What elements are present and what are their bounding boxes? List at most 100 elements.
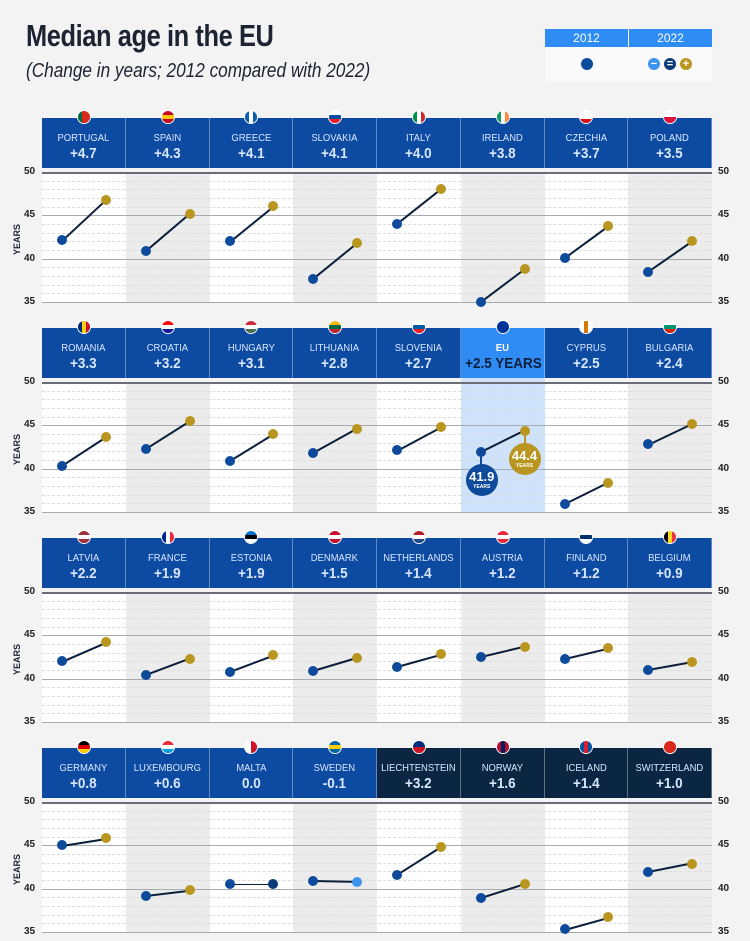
y-tick-label-right: 40 [718,672,730,684]
point-2022 [687,418,697,429]
gridline-minor [42,293,712,295]
y-tick-label-right: 45 [718,419,730,431]
flag-stripe [161,749,174,753]
country-name: GREECE [230,132,271,144]
column-background [628,382,712,512]
country-name: LIECHTENSTEIN [381,762,456,774]
y-tick-label-right: 40 [718,252,730,264]
gridline-minor [42,687,712,689]
gridline-minor [42,652,712,654]
point-2012 [140,245,151,256]
column-background [42,802,126,932]
flag-stripe [412,747,425,753]
point-2022 [519,879,530,890]
change-value: 0.0 [241,775,261,792]
point-2012 [643,266,654,277]
slope-line [229,883,274,886]
y-tick-label-right: 45 [718,629,730,641]
eu-2012-connector [479,452,482,466]
change-value: +4.0 [405,145,432,162]
country-name: FINLAND [565,552,607,564]
gridline-minor [42,494,712,496]
point-2022 [100,637,111,648]
y-tick-label-right: 35 [718,926,730,937]
flag-stripe [251,741,258,753]
country-name: CROATIA [146,342,188,354]
column-background [460,802,545,932]
column-background [293,802,377,932]
gridline-minor [42,661,712,663]
gridline-minor [42,434,712,435]
y-tick-label-left: 35 [24,506,36,517]
change-value: +1.0 [656,775,683,792]
eu-2012-bubble: 41.9 YEARS [465,464,498,497]
country-header: ICELAND +1.4 [544,748,629,798]
country-header: NORWAY +1.6 [460,748,545,798]
change-value: +1.2 [572,565,600,582]
country-header: ROMANIA +3.3 [42,328,126,378]
flag-icon [76,740,91,754]
change-value: +3.2 [153,355,181,372]
point-2022 [352,876,362,887]
country-name: BULGARIA [645,342,694,354]
column-background [293,592,377,722]
gridline-major [42,932,712,933]
country-name: SPAIN [153,132,181,144]
change-value: +4.3 [153,145,181,162]
change-value: +1.4 [572,775,600,792]
eu-2012-value: 41.9 [469,469,495,485]
country-header: PORTUGAL +4.7 [42,118,126,168]
point-2012 [224,666,235,677]
gridline-top [42,802,712,804]
y-tick-label-left: 40 [24,462,36,474]
country-header: MALTA 0.0 [209,748,294,798]
legend-2012-header: 2012 [545,29,628,47]
country-header: SLOVAKIA +4.1 [293,118,377,168]
legend-increase-icon: + [680,58,692,70]
flag-stripe [412,539,425,543]
y-tick-label-left: 40 [24,252,36,264]
gridline-major [42,512,712,513]
gridline-minor [42,477,712,479]
gridline-minor [42,704,712,706]
change-value: +1.6 [488,775,516,792]
point-2012 [559,499,570,510]
y-tick-label-right: 45 [718,839,730,851]
gridline-minor [42,232,712,234]
y-tick-label-left: 45 [24,629,36,641]
flag-icon [495,320,510,334]
y-tick-label-left: 35 [24,716,36,727]
point-2012 [224,236,235,247]
column-background [125,802,210,932]
column-background [628,592,712,722]
gridline-minor [42,609,712,611]
flag-stripe [85,321,90,333]
column-background [293,382,377,512]
country-name: MALTA [235,762,266,774]
point-2012 [140,443,151,454]
change-value: +3.8 [488,145,516,162]
y-tick-label-left: 50 [24,796,36,807]
gridline-top [42,592,712,594]
country-header: IRELAND +3.8 [460,118,545,168]
change-value: +1.2 [488,565,516,582]
y-tick-label-left: 35 [24,926,36,937]
column-background [125,382,210,512]
country-header: FINLAND +1.2 [544,538,629,588]
flag-stripe [169,531,174,543]
country-header: LATVIA +2.2 [42,538,126,588]
eu-2022-connector [523,430,526,444]
y-axis-label: YEARS [12,223,22,255]
country-header: SWEDEN -0.1 [293,748,377,798]
eu-2022-unit: YEARS [515,462,534,469]
flag-stripe [672,531,677,543]
point-2012 [224,879,235,890]
point-2022 [100,194,111,205]
y-tick-label-right: 35 [718,716,730,727]
y-tick-label-right: 35 [718,506,730,517]
flag-stripe [329,329,342,333]
gridline-minor [42,267,712,269]
point-2012 [475,297,486,307]
y-tick-label-left: 40 [24,882,36,894]
country-name: SLOVENIA [394,342,443,354]
